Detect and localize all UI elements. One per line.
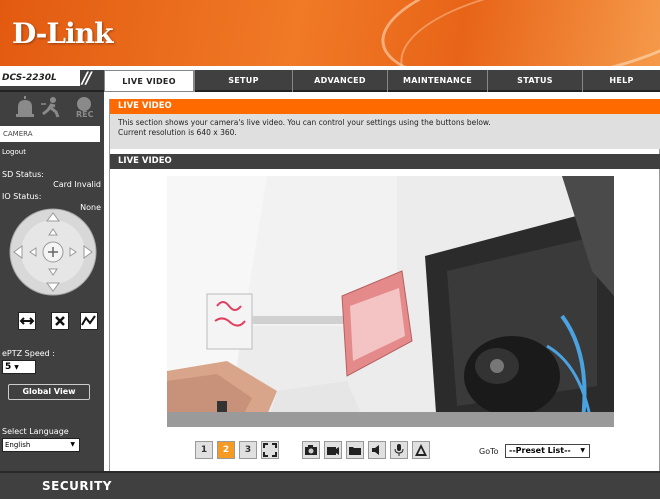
profile-3-button[interactable]: 3: [239, 441, 257, 459]
language-select[interactable]: English ▼: [2, 438, 80, 452]
main-content: LIVE VIDEO This section shows your camer…: [109, 99, 660, 471]
speaker-button[interactable]: [368, 441, 386, 459]
snapshot-button[interactable]: [302, 441, 320, 459]
fullscreen-button[interactable]: [261, 441, 279, 459]
logout-link[interactable]: Logout: [2, 148, 26, 156]
camera-image: [167, 176, 614, 427]
speaker-icon: [372, 445, 379, 455]
stop-button[interactable]: [51, 312, 69, 330]
folder-icon: [349, 447, 361, 455]
rec-label: REC: [76, 110, 94, 119]
profile-1-label: 1: [200, 445, 208, 455]
model-label: DCS-2230L: [0, 70, 80, 86]
eptz-speed-label: ePTZ Speed :: [2, 349, 55, 358]
chevron-down-icon: ▼: [70, 441, 75, 448]
slash-decoration: //: [82, 68, 92, 87]
footer: SECURITY: [0, 471, 660, 499]
tab-maintenance[interactable]: MAINTENANCE: [387, 70, 487, 92]
horizontal-arrows-icon: [19, 317, 35, 325]
sd-status-label: SD Status:: [2, 170, 44, 179]
tab-advanced[interactable]: ADVANCED: [292, 70, 387, 92]
microphone-button[interactable]: [390, 441, 408, 459]
path-zigzag-icon: [81, 315, 96, 326]
preset-list-select[interactable]: --Preset List-- ▼: [505, 444, 590, 458]
profile-3-label: 3: [244, 445, 252, 455]
description-line-2: Current resolution is 640 x 360.: [118, 128, 237, 137]
profile-2-button[interactable]: 2: [217, 441, 235, 459]
record-button[interactable]: [324, 441, 342, 459]
profile-2-label: 2: [222, 445, 230, 455]
path-patrol-button[interactable]: [80, 312, 98, 330]
section-description: This section shows your camera's live vi…: [110, 114, 660, 149]
ptz-control-pad[interactable]: [8, 207, 98, 297]
status-icons: REC: [14, 96, 100, 120]
top-navigation: DCS-2230L // LIVE VIDEO SETUP ADVANCED M…: [0, 66, 660, 92]
io-status-label: IO Status:: [2, 192, 42, 201]
tab-status[interactable]: STATUS: [487, 70, 582, 92]
video-record-icon: [327, 447, 339, 455]
alert-button[interactable]: [412, 441, 430, 459]
select-language-label: Select Language: [2, 427, 69, 436]
dlink-logo: D-Link: [12, 17, 114, 50]
global-view-button[interactable]: Global View: [8, 384, 90, 400]
microphone-icon: [394, 444, 404, 456]
live-video-feed[interactable]: [167, 176, 614, 427]
live-video-title: LIVE VIDEO: [110, 154, 660, 169]
security-label: SECURITY: [42, 479, 112, 493]
goto-label: GoTo: [479, 447, 499, 456]
sd-status-value: Card Invalid: [53, 180, 101, 189]
folder-button[interactable]: [346, 441, 364, 459]
eptz-speed-select[interactable]: 5 ▼: [2, 360, 36, 374]
fullscreen-icon: [263, 443, 277, 457]
sidebar: REC CAMERA Logout SD Status: Card Invali…: [0, 92, 104, 471]
motion-icon: [41, 97, 60, 118]
tab-live-video[interactable]: LIVE VIDEO: [104, 70, 194, 92]
section-title: LIVE VIDEO: [110, 99, 660, 114]
warning-triangle-icon: [415, 444, 427, 456]
alarm-icon: [16, 96, 34, 117]
camera-icon: [305, 445, 317, 455]
close-x-icon: [55, 316, 65, 326]
description-line-1: This section shows your camera's live vi…: [118, 118, 491, 127]
tab-help[interactable]: HELP: [582, 70, 660, 92]
header-banner: D-Link: [0, 0, 660, 66]
camera-button[interactable]: CAMERA: [0, 126, 100, 142]
profile-1-button[interactable]: 1: [195, 441, 213, 459]
tab-setup[interactable]: SETUP: [194, 70, 292, 92]
chevron-down-icon: ▼: [580, 447, 585, 454]
video-toolbar: 1 2 3 GoTo --Preset List-- ▼: [195, 441, 645, 463]
horizontal-patrol-button[interactable]: [18, 312, 36, 330]
chevron-down-icon: ▼: [14, 364, 19, 371]
